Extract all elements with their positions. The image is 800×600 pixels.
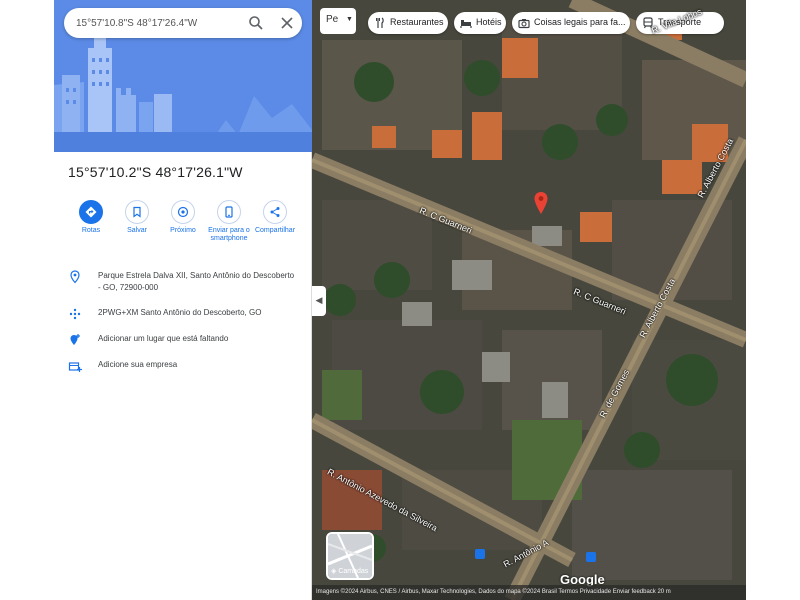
- plus-code-text: 2PWG+XM Santo Antônio do Descoberto, GO: [98, 308, 262, 317]
- add-place-icon: [68, 333, 82, 347]
- layers-icon: ◈: [331, 568, 337, 575]
- share-icon: [263, 200, 287, 224]
- map-attribution[interactable]: Imagens ©2024 Airbus, CNES / Airbus, Max…: [312, 585, 746, 600]
- add-missing-place-row[interactable]: Adicionar um lugar que está faltando: [68, 333, 304, 347]
- add-business-icon: [68, 359, 82, 373]
- layers-text: Camadas: [338, 568, 369, 575]
- bookmark-icon: [125, 200, 149, 224]
- directions-label: Rotas: [81, 227, 101, 234]
- add-business-row[interactable]: Adicione sua empresa: [68, 359, 304, 373]
- add-missing-place-text: Adicionar um lugar que está faltando: [98, 334, 229, 343]
- chevron-left-icon: ◀: [315, 295, 323, 305]
- collapse-panel-button[interactable]: ◀: [312, 286, 326, 316]
- nearby-button[interactable]: Próximo: [160, 200, 206, 235]
- search-input[interactable]: [76, 15, 236, 31]
- hotel-icon: [460, 17, 472, 29]
- directions-button[interactable]: Rotas: [68, 200, 114, 235]
- share-label: Compartilhar: [254, 227, 296, 234]
- dropped-pin-icon[interactable]: [534, 192, 548, 214]
- camera-icon: [518, 17, 530, 29]
- satellite-map[interactable]: Pe ▼ Restaurantes Hotéis Coisas legais p…: [312, 0, 746, 600]
- address-text: Parque Estrela Dalva XII, Santo Antônio …: [98, 271, 295, 292]
- address-row[interactable]: Parque Estrela Dalva XII, Santo Antônio …: [68, 270, 304, 296]
- action-buttons: Rotas Salvar Próximo Enviar para o smart…: [68, 200, 308, 250]
- place-panel: 15°57'10.2"S 48°17'26.1"W Rotas Salvar P…: [54, 0, 312, 600]
- layers-label: ◈ Camadas: [331, 567, 368, 575]
- chevron-down-icon: ▼: [346, 16, 353, 23]
- nearby-icon: [171, 200, 195, 224]
- add-business-text: Adicione sua empresa: [98, 360, 178, 369]
- chip-hotels[interactable]: Hotéis: [454, 12, 506, 34]
- nearby-label: Próximo: [170, 227, 196, 234]
- search-icon[interactable]: [246, 13, 266, 33]
- send-to-phone-button[interactable]: Enviar para o smartphone: [206, 200, 252, 243]
- satellite-imagery: [312, 0, 746, 600]
- send-to-phone-icon: [217, 200, 241, 224]
- close-icon[interactable]: [277, 13, 297, 33]
- chip-things-to-do[interactable]: Coisas legais para fa...: [512, 12, 630, 34]
- send-to-phone-label: Enviar para o smartphone: [208, 227, 250, 242]
- place-title: 15°57'10.2"S 48°17'26.1"W: [68, 164, 243, 180]
- chip-things-to-do-label: Coisas legais para fa...: [534, 17, 626, 27]
- search-box[interactable]: [64, 8, 302, 38]
- hero-illustration: [54, 0, 312, 152]
- save-button[interactable]: Salvar: [114, 200, 160, 235]
- directions-icon: [79, 200, 103, 224]
- plus-code-icon: [68, 307, 82, 321]
- maps-window: 15°57'10.2"S 48°17'26.1"W Rotas Salvar P…: [54, 0, 746, 600]
- layers-button[interactable]: ◈ Camadas: [326, 532, 374, 580]
- location-pin-icon: [68, 270, 82, 284]
- plus-code-row[interactable]: 2PWG+XM Santo Antônio do Descoberto, GO: [68, 307, 304, 321]
- chip-restaurants[interactable]: Restaurantes: [368, 12, 448, 34]
- map-type-label: Pe: [326, 14, 339, 25]
- save-label: Salvar: [127, 227, 147, 234]
- restaurant-icon: [374, 17, 386, 29]
- chip-hotels-label: Hotéis: [476, 17, 502, 27]
- share-button[interactable]: Compartilhar: [252, 200, 298, 235]
- map-type-dropdown[interactable]: Pe ▼: [320, 8, 356, 34]
- chip-restaurants-label: Restaurantes: [390, 17, 444, 27]
